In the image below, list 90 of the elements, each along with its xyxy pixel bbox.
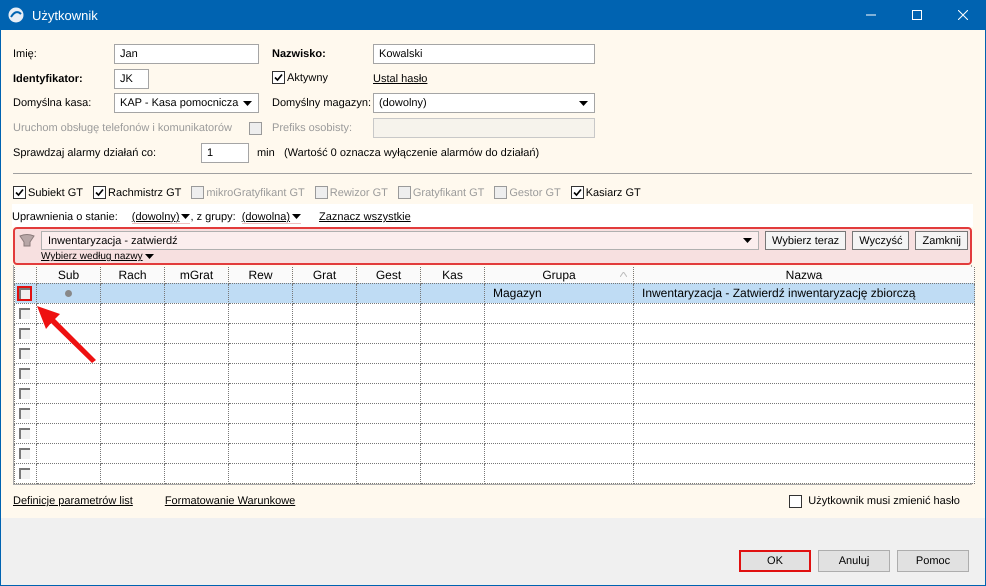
column-header[interactable]: Rew xyxy=(228,266,292,284)
checkbox[interactable] xyxy=(13,186,26,200)
phone-service-label: Uruchom obsługę telefonów i komunikatorów xyxy=(13,122,233,134)
panel-button[interactable]: Wyczyść xyxy=(852,231,910,250)
dialog-button[interactable]: OK xyxy=(739,550,811,572)
checkbox-label: Rewizor GT xyxy=(330,186,388,199)
dialog-button[interactable]: Pomoc xyxy=(897,550,969,572)
table-row[interactable] xyxy=(14,423,974,444)
checkbox-label: Gratyfikant GT xyxy=(412,186,484,199)
table-row[interactable] xyxy=(14,463,974,484)
checkbox-label: Gestor GT xyxy=(509,186,561,199)
column-header[interactable]: Gest xyxy=(356,266,420,284)
row-checkbox[interactable] xyxy=(17,406,32,421)
personal-prefix-label: Prefiks osobisty: xyxy=(272,122,354,134)
search-combobox[interactable]: Inwentaryzacja - zatwierdź xyxy=(41,231,760,250)
first-name-field[interactable]: Jan xyxy=(114,44,259,64)
set-password-link[interactable]: Ustal hasło xyxy=(373,72,428,85)
unit-label: min xyxy=(257,146,272,159)
table-cell: Inwentaryzacja - Zatwierdź inwentaryzację zbiorczą xyxy=(642,286,916,300)
column-header[interactable]: Grat xyxy=(292,266,356,284)
state-dropdown[interactable]: (dowolny) xyxy=(132,210,190,224)
maximize-icon[interactable] xyxy=(912,10,922,20)
row-checkbox[interactable] xyxy=(17,306,32,321)
table-row[interactable] xyxy=(14,383,974,404)
checkbox[interactable] xyxy=(272,71,285,84)
row-checkbox[interactable] xyxy=(17,466,32,481)
table-row[interactable] xyxy=(14,343,974,364)
group-label: , z grupy: xyxy=(190,211,236,224)
search-mode-dropdown[interactable]: Wybierz według nazwy xyxy=(41,251,154,262)
checkbox-label: Rachmistrz GT xyxy=(108,186,182,199)
dialog-button[interactable]: Anuluj xyxy=(818,550,890,572)
panel-button[interactable]: Wybierz teraz xyxy=(765,231,846,250)
checkbox-label: mikroGratyfikant GT xyxy=(206,186,305,199)
row-checkbox[interactable] xyxy=(17,366,32,381)
row-checkbox[interactable] xyxy=(17,426,32,441)
column-header[interactable]: Sub xyxy=(36,266,100,284)
header-cell xyxy=(14,266,36,284)
caret-icon xyxy=(743,238,752,244)
table-row[interactable] xyxy=(14,363,974,384)
default-warehouse-label: Domyślny magazyn: xyxy=(272,97,372,110)
alarm-note: (Wartość 0 oznacza wyłączenie alarmów do działań) xyxy=(284,146,540,159)
dropdown-caret-icon xyxy=(144,254,154,260)
select-all-link[interactable]: Zaznacz wszystkie xyxy=(319,211,411,224)
alarm-interval-label: Sprawdzaj alarmy działań co: xyxy=(13,146,158,159)
last-name-field[interactable]: Kowalski xyxy=(373,44,595,64)
table-cell: Magazyn xyxy=(493,286,542,300)
column-header[interactable]: Grupa xyxy=(484,266,634,284)
funnel-icon xyxy=(19,233,35,248)
checkbox-label: Subiekt GT xyxy=(28,186,84,199)
group-dropdown[interactable]: (dowolna) xyxy=(242,210,302,224)
alarm-interval-field[interactable]: 1 xyxy=(201,142,249,163)
table-row[interactable] xyxy=(14,323,974,344)
checkbox[interactable] xyxy=(570,186,584,200)
default-cash-dropdown[interactable]: KAP - Kasa pomocnicza xyxy=(114,93,259,114)
row-checkbox[interactable] xyxy=(17,386,32,401)
identifier-field[interactable]: JK xyxy=(114,68,149,89)
table-row[interactable] xyxy=(14,443,974,464)
default-warehouse-dropdown[interactable]: (dowolny) xyxy=(373,93,595,114)
table-row[interactable]: Magazyn Inwentaryzacja - Zatwierdź inwentaryzację zbiorczą xyxy=(14,283,974,304)
panel-button[interactable]: Zamknij xyxy=(915,231,968,250)
column-header[interactable]: Rach xyxy=(100,266,164,284)
list-parameters-link[interactable]: Definicje parametrów list xyxy=(13,495,133,508)
row-checkbox[interactable] xyxy=(17,346,32,361)
caret-icon xyxy=(579,100,588,106)
window-title: Użytkownik xyxy=(32,8,99,22)
checkbox-label: Kasiarz GT xyxy=(586,186,641,199)
dropdown-caret-icon xyxy=(181,214,190,220)
sort-icon xyxy=(620,272,627,277)
row-checkbox[interactable] xyxy=(17,326,32,341)
close-icon[interactable] xyxy=(958,10,968,20)
table-row[interactable] xyxy=(14,403,974,424)
checkbox-label: Użytkownik musi zmienić hasło xyxy=(808,495,960,508)
last-name-label: Nazwisko: xyxy=(272,48,327,60)
row-checkbox[interactable] xyxy=(17,446,32,461)
table-row[interactable] xyxy=(14,303,974,324)
permissions-state-label: Uprawnienia o stanie: xyxy=(12,211,118,224)
checkbox[interactable] xyxy=(789,494,802,508)
first-name-label: Imię: xyxy=(13,48,38,60)
conditional-formatting-link[interactable]: Formatowanie Warunkowe xyxy=(164,495,296,508)
column-header[interactable]: Nazwa xyxy=(634,266,974,284)
row-checkbox[interactable] xyxy=(17,286,32,301)
default-cash-label: Domyślna kasa: xyxy=(13,97,92,110)
checkbox-label: Aktywny xyxy=(287,72,328,84)
dropdown-caret-icon xyxy=(292,214,302,220)
column-header[interactable]: Kas xyxy=(420,266,484,284)
checkbox[interactable] xyxy=(93,186,106,200)
identifier-label: Identyfikator: xyxy=(13,72,84,85)
column-header[interactable]: mGrat xyxy=(164,266,228,284)
app-logo-icon xyxy=(8,7,24,23)
caret-icon xyxy=(243,100,252,106)
